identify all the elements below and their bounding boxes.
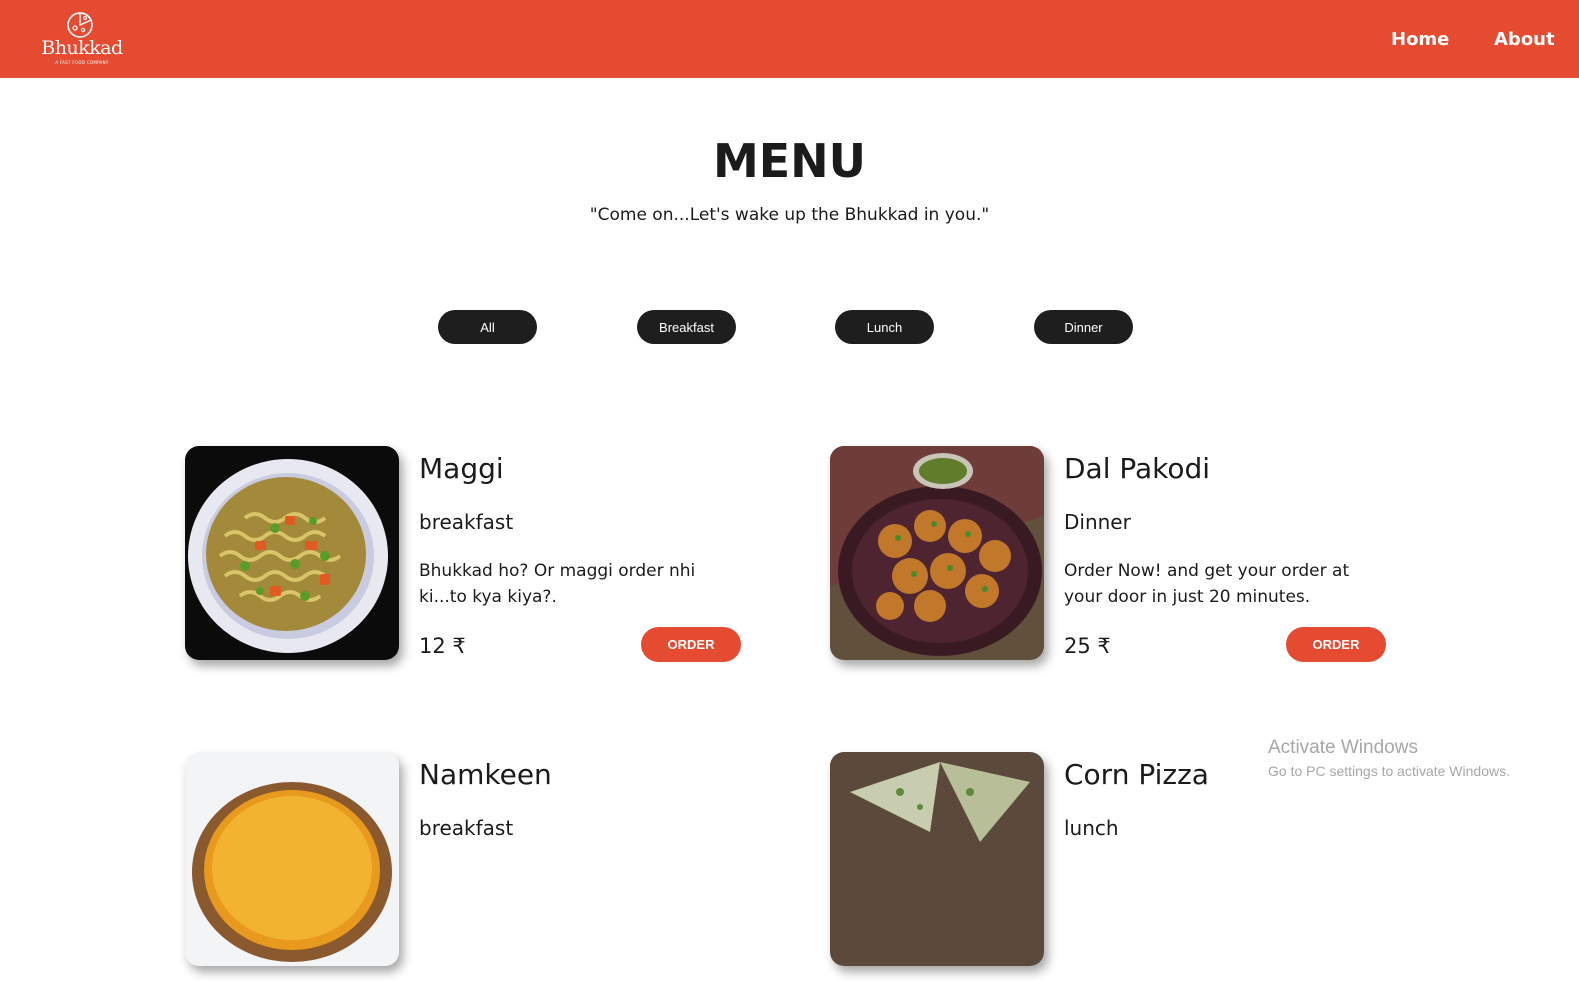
menu-card-namkeen: Namkeen breakfast [185,752,745,982]
item-name: Namkeen [419,758,552,791]
dal-pakodi-image [830,446,1044,660]
brand-tagline: A FAST FOOD COMPANY [55,60,109,65]
order-button[interactable]: ORDER [1286,627,1386,662]
item-description: Bhukkad ho? Or maggi order nhi ki...to k… [419,561,696,607]
nav-about-link[interactable]: About [1494,29,1555,50]
corn-pizza-image [830,752,1044,966]
menu-card-maggi: Maggi breakfast Bhukkad ho? Or maggi ord… [185,446,745,676]
order-button[interactable]: ORDER [641,627,741,662]
brand-name: Bhukkad [41,37,123,59]
item-name: Corn Pizza [1064,758,1209,791]
item-category: breakfast [419,510,514,534]
item-category: breakfast [419,816,514,840]
item-category: Dinner [1064,510,1131,534]
windows-activation-watermark: Activate Windows Go to PC settings to ac… [1268,737,1510,779]
navbar: Bhukkad A FAST FOOD COMPANY Home About [0,0,1579,78]
item-price: 25 ₹ [1064,634,1111,658]
page-subtitle: "Come on...Let's wake up the Bhukkad in … [589,205,990,225]
watermark-subtitle: Go to PC settings to activate Windows. [1268,763,1510,779]
menu-card-corn-pizza: Corn Pizza lunch [830,752,1390,982]
maggi-noodles-image [185,446,399,660]
filter-all-button[interactable]: All [438,310,537,344]
page-title: MENU [712,134,867,188]
menu-card-dal-pakodi: Dal Pakodi Dinner Order Now! and get you… [830,446,1390,676]
filter-dinner-button[interactable]: Dinner [1034,310,1133,344]
namkeen-image [185,752,399,966]
filter-lunch-button[interactable]: Lunch [835,310,934,344]
item-category: lunch [1064,816,1119,840]
nav-home-link[interactable]: Home [1391,29,1449,50]
item-name: Maggi [419,452,504,485]
filter-breakfast-button[interactable]: Breakfast [637,310,736,344]
brand-logo[interactable]: Bhukkad A FAST FOOD COMPANY [36,8,128,70]
watermark-title: Activate Windows [1268,737,1418,758]
item-price: 12 ₹ [419,634,466,658]
item-description: Order Now! and get your order at your do… [1064,561,1350,607]
pizza-logo-icon [67,12,93,38]
item-name: Dal Pakodi [1064,452,1211,485]
